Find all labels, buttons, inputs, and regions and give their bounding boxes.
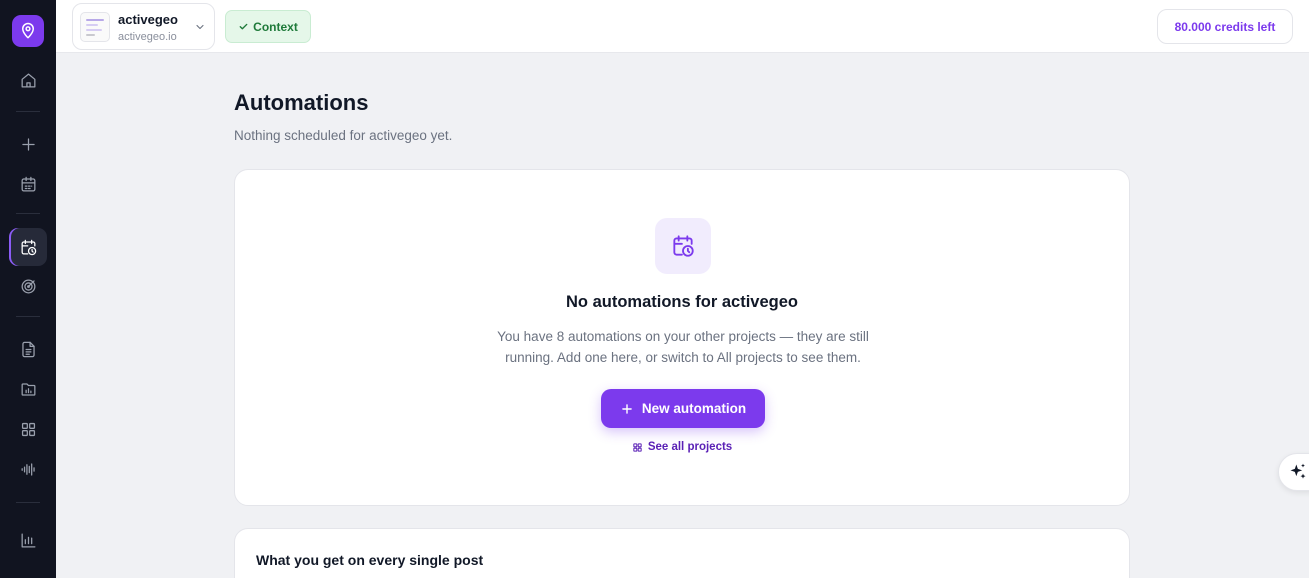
project-domain: activegeo.io bbox=[118, 31, 177, 43]
see-all-projects-link[interactable]: See all projects bbox=[235, 441, 1129, 453]
sidebar-item-analytics[interactable] bbox=[12, 524, 44, 556]
see-all-projects-label: See all projects bbox=[647, 441, 733, 453]
audio-wave-icon bbox=[21, 462, 35, 476]
benefits-title: What you get on every single post bbox=[256, 552, 484, 568]
calendar-clock-icon bbox=[673, 235, 694, 257]
sidebar-divider bbox=[16, 111, 40, 112]
plus-icon bbox=[622, 403, 632, 414]
project-name: activegeo bbox=[118, 12, 178, 27]
location-pin-icon bbox=[22, 22, 34, 39]
empty-state-card: No automations for activegeo You have 8 … bbox=[234, 169, 1130, 506]
sidebar-item-create[interactable] bbox=[12, 128, 44, 160]
empty-state-description: You have 8 automations on your other pro… bbox=[497, 329, 869, 365]
sidebar-item-audio[interactable] bbox=[12, 453, 44, 485]
sidebar-item-reports[interactable] bbox=[12, 373, 44, 405]
new-automation-button[interactable]: New automation bbox=[601, 389, 765, 428]
project-switcher[interactable]: activegeo activegeo.io bbox=[72, 3, 215, 50]
page-subtitle: Nothing scheduled for activegeo yet. bbox=[234, 128, 453, 143]
sidebar-item-tracking[interactable] bbox=[12, 270, 44, 302]
ai-assistant-button[interactable] bbox=[1278, 453, 1309, 491]
calendar-clock-icon bbox=[21, 239, 36, 255]
home-icon bbox=[21, 73, 35, 87]
new-automation-label: New automation bbox=[641, 401, 747, 416]
benefits-card: What you get on every single post bbox=[234, 528, 1130, 578]
context-label: Context bbox=[253, 19, 298, 34]
credits-label: 80.000 credits left bbox=[1174, 19, 1276, 34]
grid-icon bbox=[21, 422, 35, 436]
calendar-icon bbox=[21, 176, 35, 191]
empty-state-icon-tile bbox=[655, 218, 711, 274]
sparkles-icon bbox=[1290, 463, 1306, 479]
grid-icon bbox=[633, 442, 642, 452]
context-button[interactable]: Context bbox=[225, 10, 311, 43]
sidebar-item-apps[interactable] bbox=[12, 413, 44, 445]
app-logo[interactable] bbox=[12, 15, 44, 47]
sidebar bbox=[0, 0, 56, 578]
plus-icon bbox=[21, 137, 35, 151]
sidebar-divider bbox=[16, 502, 40, 503]
project-thumbnail bbox=[80, 12, 110, 42]
sidebar-divider bbox=[16, 213, 40, 214]
empty-state-title: No automations for activegeo bbox=[566, 293, 798, 311]
bar-chart-icon bbox=[21, 533, 35, 547]
folder-chart-icon bbox=[21, 382, 35, 396]
sidebar-item-calendar[interactable] bbox=[12, 168, 44, 200]
sidebar-item-documents[interactable] bbox=[12, 333, 44, 365]
check-icon bbox=[239, 23, 248, 30]
credits-badge[interactable]: 80.000 credits left bbox=[1157, 9, 1293, 44]
page-title: Automations bbox=[234, 90, 369, 115]
document-icon bbox=[21, 341, 35, 357]
sidebar-divider bbox=[16, 316, 40, 317]
sidebar-item-automations[interactable] bbox=[9, 228, 47, 266]
chevron-down-icon bbox=[196, 24, 204, 30]
target-icon bbox=[21, 279, 35, 293]
sidebar-item-home[interactable] bbox=[12, 64, 44, 96]
top-bar: activegeo activegeo.io Context 80.000 cr… bbox=[56, 0, 1309, 53]
